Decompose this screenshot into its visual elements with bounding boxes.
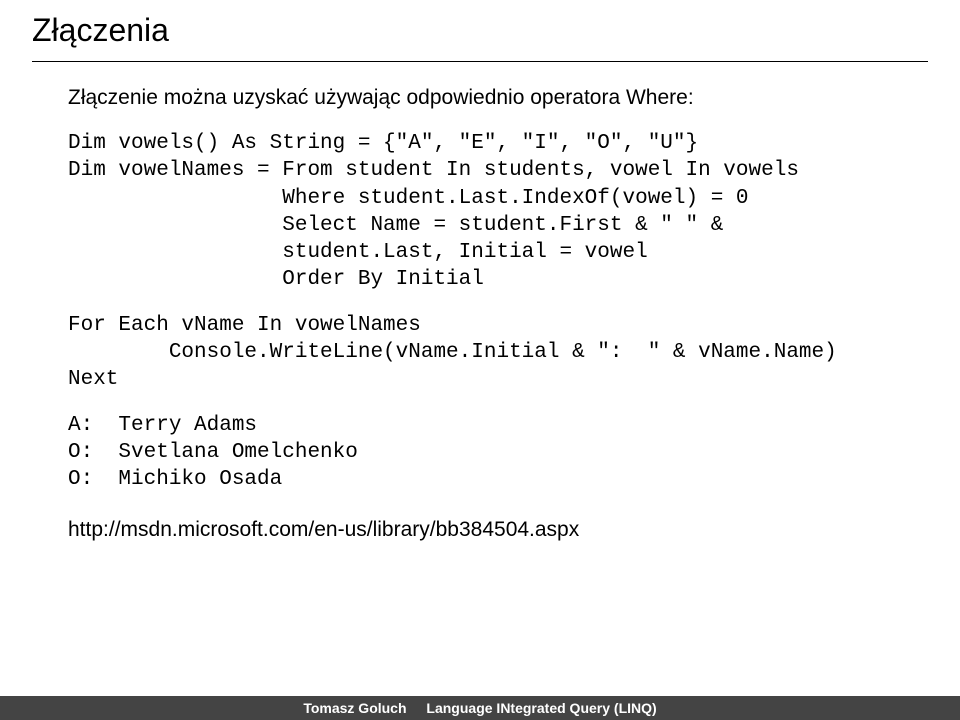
slide-title: Złączenia bbox=[32, 12, 928, 53]
footer-topic: Language INtegrated Query (LINQ) bbox=[426, 700, 656, 716]
reference-link: http://msdn.microsoft.com/en-us/library/… bbox=[32, 518, 928, 542]
footer: Tomasz Goluch Language INtegrated Query … bbox=[0, 696, 960, 720]
slide: Złączenia Złączenie można uzyskać używaj… bbox=[0, 0, 960, 720]
code-block-1: Dim vowels() As String = {"A", "E", "I",… bbox=[32, 130, 928, 294]
code-block-3: A: Terry Adams O: Svetlana Omelchenko O:… bbox=[32, 412, 928, 494]
title-rule bbox=[32, 61, 928, 62]
footer-author: Tomasz Goluch bbox=[303, 700, 406, 716]
slide-subtitle: Złączenie można uzyskać używając odpowie… bbox=[32, 86, 928, 110]
code-block-2: For Each vName In vowelNames Console.Wri… bbox=[32, 312, 928, 394]
